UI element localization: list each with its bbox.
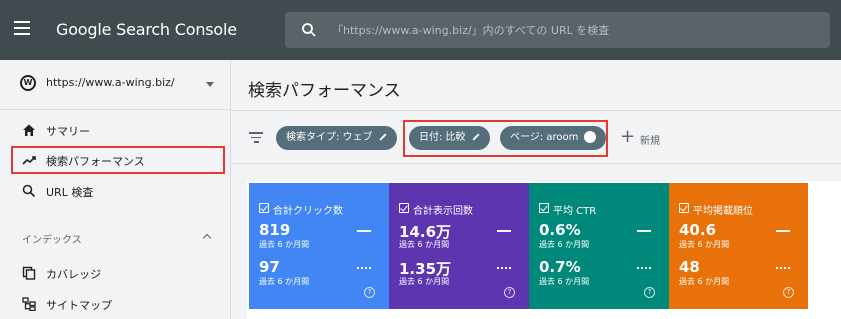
dotted-line-icon xyxy=(357,267,371,269)
metric-value: 40.6 xyxy=(679,221,717,239)
dotted-line-icon xyxy=(637,267,651,269)
app-title: Google Search Console xyxy=(56,20,237,39)
metric-card[interactable]: 平均 CTR 0.6% 過去 6 か月間 0.7% 過去 6 か月間? xyxy=(529,183,669,309)
metric-title: 平均 CTR xyxy=(553,206,597,217)
top-app-bar: Google Search Console 「https://www.a-win… xyxy=(0,0,841,60)
filter-divider xyxy=(231,163,841,164)
metric-card[interactable]: 平均掲載順位 40.6 過去 6 か月間 48 過去 6 か月間? xyxy=(669,183,808,309)
search-icon xyxy=(22,184,36,198)
highlight-box xyxy=(403,120,608,157)
metric-compare-value: 97 xyxy=(259,258,280,276)
new-filter-button[interactable]: 新規 xyxy=(640,132,660,147)
sidebar: W https://www.a-wing.biz/ サマリー 検索パフォーマンス… xyxy=(0,60,230,319)
dotted-line-icon xyxy=(776,267,790,269)
help-icon[interactable]: ? xyxy=(644,287,655,298)
sidebar-item-coverage[interactable]: カバレッジ xyxy=(0,258,230,288)
filter-icon[interactable] xyxy=(249,132,263,144)
sidebar-item-label: カバレッジ xyxy=(46,268,101,281)
highlight-box xyxy=(11,146,225,174)
checkbox-icon[interactable] xyxy=(679,203,689,213)
metric-card[interactable]: 合計表示回数 14.6万 過去 6 か月間 1.35万 過去 6 か月間? xyxy=(389,183,529,309)
metric-compare-period: 過去 6 か月間 xyxy=(679,277,730,286)
metric-period: 過去 6 か月間 xyxy=(399,240,450,249)
solid-line-icon xyxy=(776,230,790,232)
metric-period: 過去 6 か月間 xyxy=(259,240,310,249)
help-icon[interactable]: ? xyxy=(504,287,515,298)
metric-title: 平均掲載順位 xyxy=(693,206,753,217)
edit-icon[interactable] xyxy=(379,133,387,141)
home-icon xyxy=(23,124,35,136)
caret-down-icon[interactable] xyxy=(206,82,214,87)
metric-value: 819 xyxy=(259,221,291,239)
metric-card[interactable]: 合計クリック数 819 過去 6 か月間 97 過去 6 か月間? xyxy=(249,183,389,309)
metric-title: 合計表示回数 xyxy=(413,206,473,217)
filter-chip-search-type[interactable]: 検索タイプ: ウェブ xyxy=(276,126,397,150)
solid-line-icon xyxy=(637,230,651,232)
search-input[interactable]: 「https://www.a-wing.biz/」内のすべての URL を検査 xyxy=(332,22,609,38)
metric-compare-period: 過去 6 か月間 xyxy=(259,277,310,286)
sidebar-item-summary[interactable]: サマリー xyxy=(0,115,230,145)
sidebar-item-label: サイトマップ xyxy=(46,299,112,312)
add-icon[interactable]: + xyxy=(620,128,635,146)
metric-compare-period: 過去 6 か月間 xyxy=(399,277,450,286)
sitemap-icon xyxy=(22,297,36,311)
sidebar-divider xyxy=(230,60,231,319)
checkbox-icon[interactable] xyxy=(399,203,409,213)
help-icon[interactable]: ? xyxy=(783,287,794,298)
sidebar-item-label: サマリー xyxy=(46,125,90,138)
property-url: https://www.a-wing.biz/ xyxy=(46,76,175,89)
chevron-up-icon[interactable] xyxy=(202,233,212,243)
help-icon[interactable]: ? xyxy=(364,287,375,298)
chip-label: 検索タイプ: ウェブ xyxy=(286,132,373,143)
metric-title: 合計クリック数 xyxy=(273,206,343,217)
metric-compare-period: 過去 6 か月間 xyxy=(539,277,590,286)
metric-period: 過去 6 か月間 xyxy=(539,240,590,249)
sidebar-item-url-inspection[interactable]: URL 検査 xyxy=(0,176,230,206)
dotted-line-icon xyxy=(497,267,511,269)
search-icon xyxy=(302,23,316,37)
sidebar-item-label: URL 検査 xyxy=(46,186,94,199)
checkbox-icon[interactable] xyxy=(259,203,269,213)
section-header-index: インデックス xyxy=(22,235,82,246)
metric-compare-value: 48 xyxy=(679,258,700,276)
solid-line-icon xyxy=(357,230,371,232)
checkbox-icon[interactable] xyxy=(539,203,549,213)
property-favicon-icon: W xyxy=(20,75,36,91)
page-title: 検索パフォーマンス xyxy=(248,81,401,101)
solid-line-icon xyxy=(497,230,511,232)
metric-period: 過去 6 か月間 xyxy=(679,240,730,249)
metric-value: 0.6% xyxy=(539,221,581,239)
menu-icon[interactable] xyxy=(14,21,30,35)
metric-compare-value: 0.7% xyxy=(539,258,581,276)
copy-icon xyxy=(22,266,36,280)
property-selector[interactable]: W https://www.a-wing.biz/ xyxy=(0,60,230,110)
header-divider xyxy=(231,110,841,111)
url-inspect-search-bar[interactable]: 「https://www.a-wing.biz/」内のすべての URL を検査 xyxy=(285,12,830,48)
sidebar-item-sitemaps[interactable]: サイトマップ xyxy=(0,289,230,319)
